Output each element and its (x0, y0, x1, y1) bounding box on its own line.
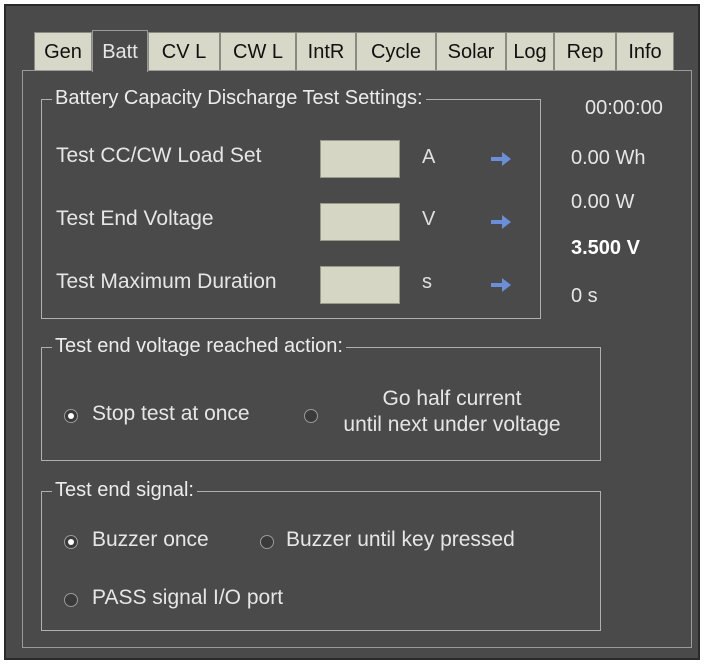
buzzer-until-radio[interactable] (260, 535, 274, 549)
arrow-right-icon[interactable] (490, 150, 512, 168)
tab-gen[interactable]: Gen (34, 32, 92, 70)
end-voltage-unit: V (422, 208, 436, 230)
pass-signal-label[interactable]: PASS signal I/O port (92, 586, 283, 610)
stop-test-label[interactable]: Stop test at once (92, 402, 250, 426)
load-set-unit: A (422, 146, 436, 168)
tab-log[interactable]: Log (506, 32, 554, 70)
power-readout: 0.00 W (571, 191, 635, 213)
half-current-label[interactable]: Go half current until next under voltage (332, 386, 572, 438)
load-set-input[interactable] (320, 140, 400, 178)
action-group: Test end voltage reached action: Stop te… (41, 335, 601, 461)
buzzer-once-radio[interactable] (64, 535, 78, 549)
max-duration-unit: s (422, 271, 432, 293)
half-current-radio[interactable] (304, 409, 318, 423)
half-current-line2: until next under voltage (343, 413, 561, 436)
energy-readout: 0.00 Wh (571, 147, 646, 169)
arrow-right-icon[interactable] (490, 213, 512, 231)
batt-panel: Battery Capacity Discharge Test Settings… (22, 70, 692, 648)
load-set-label: Test CC/CW Load Set (56, 144, 262, 167)
tab-rep[interactable]: Rep (554, 32, 616, 70)
end-voltage-input[interactable] (320, 203, 400, 241)
buzzer-until-label[interactable]: Buzzer until key pressed (286, 528, 515, 552)
tab-cw-load[interactable]: CW L (220, 32, 296, 70)
action-group-title: Test end voltage reached action: (52, 335, 346, 358)
signal-group: Test end signal: Buzzer once Buzzer unti… (41, 479, 601, 631)
tab-intr[interactable]: IntR (296, 32, 356, 70)
half-current-line1: Go half current (382, 387, 522, 410)
settings-group-title: Battery Capacity Discharge Test Settings… (52, 87, 426, 110)
signal-group-title: Test end signal: (52, 479, 197, 502)
max-duration-label: Test Maximum Duration (56, 270, 277, 293)
arrow-right-icon[interactable] (490, 276, 512, 294)
buzzer-once-label[interactable]: Buzzer once (92, 528, 209, 552)
tab-batt[interactable]: Batt (92, 30, 148, 72)
tab-solar[interactable]: Solar (436, 32, 506, 70)
pass-signal-radio[interactable] (64, 593, 78, 607)
elapsed-readout: 0 s (571, 285, 598, 307)
stop-test-radio[interactable] (64, 409, 78, 423)
time-readout: 00:00:00 (585, 97, 663, 119)
tab-info[interactable]: Info (616, 32, 674, 70)
end-voltage-label: Test End Voltage (56, 207, 214, 230)
tab-cv-load[interactable]: CV L (148, 32, 220, 70)
tab-cycle[interactable]: Cycle (356, 32, 436, 70)
app-window: Gen Batt CV L CW L IntR Cycle Solar Log … (4, 4, 700, 660)
settings-group: Battery Capacity Discharge Test Settings… (41, 87, 541, 319)
max-duration-input[interactable] (320, 266, 400, 304)
voltage-readout: 3.500 V (571, 237, 640, 259)
